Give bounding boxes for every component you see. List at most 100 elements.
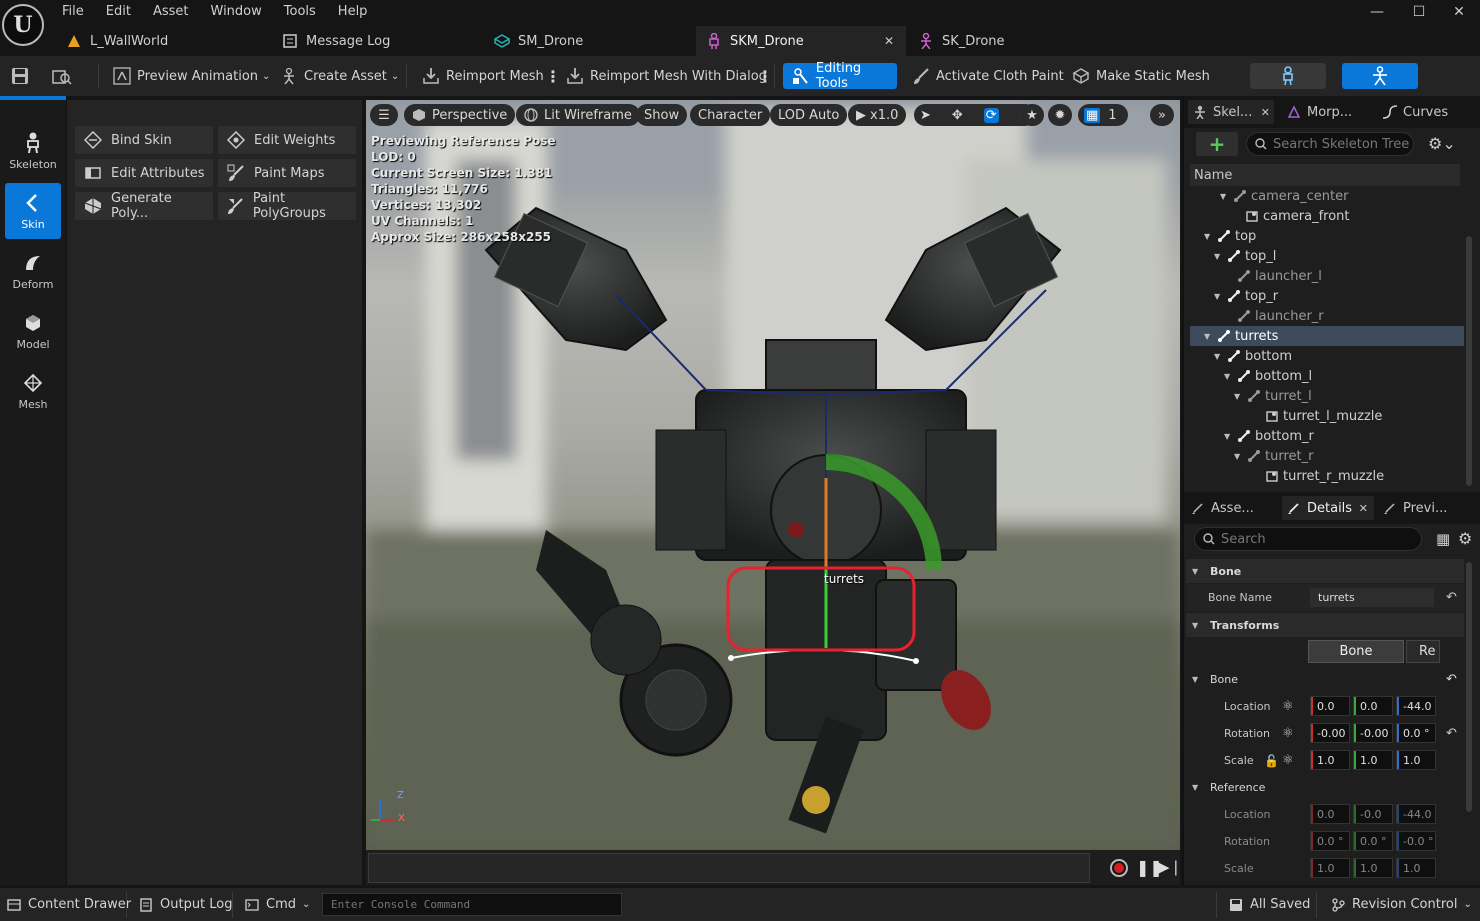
menu-help[interactable]: Help — [338, 0, 368, 24]
menu-file[interactable]: File — [62, 0, 84, 24]
bone-space-toggle[interactable]: Bone — [1308, 640, 1404, 663]
mode-skin[interactable]: Skin — [5, 183, 61, 239]
tree-row[interactable]: turret_r_muzzle — [1190, 466, 1464, 486]
collapse-arrow-icon[interactable]: ▼ — [1204, 332, 1214, 341]
tree-column-header[interactable]: Name — [1190, 164, 1460, 186]
cmd-dropdown[interactable]: Cmd ⌄ — [244, 888, 310, 921]
all-saved-button[interactable]: All Saved — [1228, 888, 1310, 921]
tree-row[interactable]: ▼ bottom_l — [1190, 366, 1464, 386]
select-icon[interactable]: ➤ — [920, 108, 931, 123]
gear-icon[interactable]: ⚙⌄ — [1428, 134, 1456, 153]
close-tab-icon[interactable]: ✕ — [884, 34, 894, 48]
menu-edit[interactable]: Edit — [106, 0, 131, 24]
table-view-icon[interactable]: ▦ — [1436, 530, 1450, 548]
scale-y-field[interactable]: 1.0 — [1353, 750, 1393, 770]
perspective-button[interactable]: Perspective — [404, 104, 516, 126]
tree-scrollbar[interactable] — [1466, 236, 1472, 486]
reference-space-toggle[interactable]: Re — [1406, 640, 1440, 663]
world-local-icon[interactable]: ★ — [1020, 104, 1044, 126]
tab-sk-drone[interactable]: SK_Drone — [908, 26, 1118, 56]
tree-row[interactable]: ▼ top_r — [1190, 286, 1464, 306]
generate-polygroups-button[interactable]: Generate Poly... — [75, 191, 213, 221]
paint-maps-button[interactable]: Paint Maps — [218, 159, 356, 187]
step-forward-icon[interactable]: ▶❘ — [1158, 858, 1182, 876]
tab-l-wallworld[interactable]: L_WallWorld — [56, 26, 266, 56]
tab-morph-targets[interactable]: Morp... — [1286, 100, 1352, 124]
close-tab-icon[interactable]: ✕ — [1359, 502, 1368, 515]
add-socket-button[interactable]: + — [1196, 132, 1238, 156]
menu-tools[interactable]: Tools — [284, 0, 316, 24]
reset-icon[interactable]: ↶ — [1446, 726, 1457, 741]
reimport-mesh-button[interactable]: Reimport Mesh — [421, 63, 544, 89]
close-tab-icon[interactable]: ✕ — [1261, 106, 1270, 119]
paint-polygroups-button[interactable]: Paint PolyGroups — [218, 191, 356, 221]
location-y-field[interactable]: 0.0 — [1353, 696, 1393, 716]
tab-preview-settings[interactable]: Previ... — [1382, 496, 1447, 520]
details-scrollbar[interactable] — [1466, 562, 1472, 812]
mode-deform[interactable]: Deform — [5, 243, 61, 299]
tab-sm-drone[interactable]: SM_Drone — [484, 26, 694, 56]
location-x-field[interactable]: 0.0 — [1310, 696, 1350, 716]
lock-icon[interactable]: 🔓 — [1264, 754, 1279, 768]
tree-row[interactable]: turret_l_muzzle — [1190, 406, 1464, 426]
close-window-icon[interactable]: ✕ — [1436, 0, 1480, 24]
tree-row[interactable]: launcher_l — [1190, 266, 1464, 286]
tab-skm-drone[interactable]: SKM_Drone ✕ — [696, 26, 906, 56]
mode-model[interactable]: Model — [5, 303, 61, 359]
rotation-x-field[interactable]: -0.00 — [1310, 723, 1350, 743]
timeline-track[interactable] — [368, 853, 1090, 883]
tree-row[interactable]: ▼ bottom_r — [1190, 426, 1464, 446]
show-button[interactable]: Show — [636, 104, 688, 126]
menu-asset[interactable]: Asset — [153, 0, 189, 24]
bone-name-field[interactable]: turrets — [1310, 588, 1434, 607]
tree-row[interactable]: ▼ top_l — [1190, 246, 1464, 266]
details-search-input[interactable] — [1221, 531, 1371, 547]
mode-skeleton[interactable]: Skeleton — [5, 123, 61, 179]
menu-window[interactable]: Window — [211, 0, 262, 24]
tree-row[interactable]: ▼ camera_center — [1190, 186, 1464, 206]
tab-curves[interactable]: Curves — [1382, 100, 1448, 124]
more-options-icon[interactable]: ⋮ — [545, 63, 561, 89]
collapse-arrow-icon[interactable]: ▼ — [1214, 292, 1224, 301]
viewport-menu-button[interactable]: ☰ — [370, 104, 398, 126]
bind-skin-button[interactable]: Bind Skin — [75, 126, 213, 154]
skeleton-search-box[interactable] — [1246, 132, 1423, 156]
collapse-arrow-icon[interactable]: ▼ — [1224, 432, 1234, 441]
browse-asset-button[interactable] — [52, 63, 77, 89]
details-search-box[interactable] — [1194, 527, 1422, 551]
editing-tools-button[interactable]: Editing Tools — [783, 61, 897, 91]
expand-toolbar-icon[interactable]: » — [1150, 104, 1174, 126]
section-transforms[interactable]: ▼ Transforms — [1186, 613, 1464, 637]
rotation-z-field[interactable]: 0.0 ° — [1396, 723, 1436, 743]
gear-icon[interactable]: ⚙ — [1458, 529, 1472, 548]
mesh-mode-button[interactable] — [1342, 63, 1418, 89]
tab-details[interactable]: Details ✕ — [1282, 496, 1374, 520]
reimport-mesh-dialog-button[interactable]: Reimport Mesh With Dialog — [565, 63, 767, 89]
view-mode-button[interactable]: Lit Wireframe — [516, 104, 640, 126]
collapse-arrow-icon[interactable]: ▼ — [1224, 372, 1234, 381]
location-z-field[interactable]: -44.0 — [1396, 696, 1436, 716]
grid-snap-button[interactable]: ▦ 1 — [1078, 104, 1128, 126]
tree-row[interactable]: launcher_r — [1190, 306, 1464, 326]
console-command-input[interactable] — [322, 893, 622, 916]
world-space-icon[interactable]: ⚛ — [1282, 753, 1294, 768]
rotate-icon[interactable]: ⟳ — [983, 107, 999, 123]
tree-row[interactable]: ▼ bottom — [1190, 346, 1464, 366]
tab-asset-details[interactable]: Asse... — [1190, 496, 1254, 520]
scale-z-field[interactable]: 1.0 — [1396, 750, 1436, 770]
collapse-arrow-icon[interactable]: ▼ — [1204, 232, 1214, 241]
output-log-button[interactable]: Output Log — [138, 888, 233, 921]
collapse-arrow-icon[interactable]: ▼ — [1214, 252, 1224, 261]
save-button[interactable] — [10, 63, 35, 89]
tree-row[interactable]: ▼ turret_r — [1190, 446, 1464, 466]
tab-skeleton-tree[interactable]: Skel... ✕ — [1188, 100, 1274, 124]
surface-snap-icon[interactable]: ✹ — [1048, 104, 1072, 126]
world-space-icon[interactable]: ⚛ — [1282, 699, 1294, 714]
skeleton-mode-button[interactable] — [1250, 63, 1326, 89]
unreal-logo-icon[interactable]: U — [2, 4, 44, 46]
tree-row[interactable]: camera_front — [1190, 206, 1464, 226]
viewport[interactable]: Z X turrets ☰ Perspective Lit Wireframe … — [366, 100, 1180, 850]
edit-attributes-button[interactable]: Edit Attributes — [75, 159, 213, 187]
reset-icon[interactable]: ↶ — [1446, 590, 1457, 605]
collapse-arrow-icon[interactable]: ▼ — [1214, 352, 1224, 361]
